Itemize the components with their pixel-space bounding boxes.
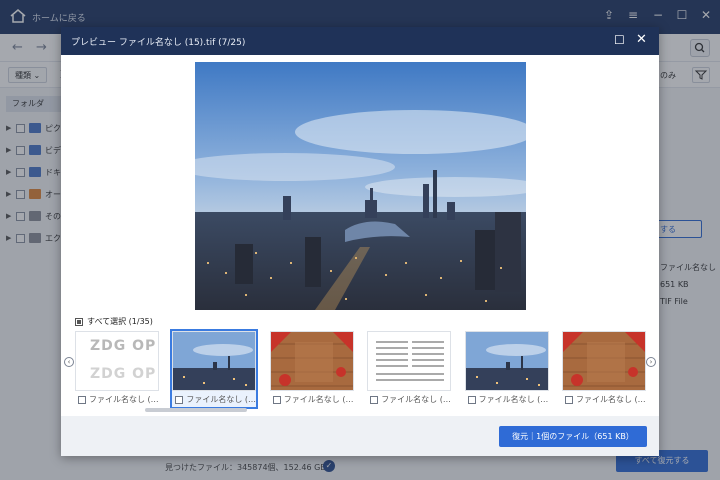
restore-button[interactable]: 復元｜1個のファイル（651 KB）: [499, 426, 647, 447]
thumbnail-label: ファイル名なし (…: [283, 395, 354, 404]
chevron-left-icon[interactable]: ‹: [64, 357, 74, 367]
preview-dialog: プレビュー ファイル名なし (15).tif (7/25) ☐ ✕ すべて選択 …: [61, 27, 659, 456]
thumbnail-item[interactable]: ZDG OP ZDG OP ファイル名なし (…: [75, 331, 159, 407]
thumbnail-image[interactable]: [172, 331, 257, 391]
thumbnail-caption: ファイル名なし (…: [565, 394, 646, 405]
select-all-label: すべて選択 (1/35): [87, 317, 153, 326]
thumbnail-caption: ファイル名なし (…: [467, 394, 549, 405]
thumbnail-image[interactable]: [562, 331, 646, 391]
select-all-checkbox[interactable]: すべて選択 (1/35): [75, 316, 153, 327]
thumb-text: ZDG OP: [90, 366, 157, 382]
thumbnail-caption: ファイル名なし (…: [272, 394, 354, 405]
thumbnail-checkbox[interactable]: [272, 395, 281, 404]
thumbnail-image[interactable]: [367, 331, 452, 391]
thumbnail-caption: ファイル名なし (…: [370, 394, 451, 405]
select-all-box[interactable]: [75, 317, 83, 326]
thumbnail-item[interactable]: ファイル名なし (…: [269, 331, 354, 407]
maximize-icon[interactable]: ☐: [614, 33, 625, 47]
thumbnail-item[interactable]: ファイル名なし (…: [170, 329, 259, 409]
thumbnail-checkbox[interactable]: [370, 395, 379, 404]
close-icon[interactable]: ✕: [636, 32, 647, 47]
thumbnail-checkbox[interactable]: [565, 395, 573, 404]
thumbnail-image[interactable]: ZDG OP ZDG OP: [75, 331, 159, 391]
thumbnail-label: ファイル名なし (…: [478, 395, 549, 404]
thumbnail-caption: ファイル名なし (…: [175, 394, 256, 405]
preview-title: プレビュー ファイル名なし (15).tif (7/25): [71, 38, 246, 48]
chevron-right-icon[interactable]: ›: [646, 357, 656, 367]
preview-title-bar: プレビュー ファイル名なし (15).tif (7/25) ☐ ✕: [61, 27, 659, 55]
thumbnail-label: ファイル名なし (…: [89, 395, 159, 404]
city-skyline-image: [195, 62, 526, 310]
thumbnail-caption: ファイル名なし (…: [78, 394, 159, 405]
thumbnail-item[interactable]: ファイル名なし (…: [464, 331, 549, 407]
thumbnail-scrollbar[interactable]: [145, 408, 247, 412]
thumbnail-checkbox[interactable]: [175, 395, 184, 404]
thumbnail-label: ファイル名なし (…: [381, 395, 451, 404]
thumb-text: ZDG OP: [90, 338, 157, 354]
preview-image: [195, 62, 526, 310]
thumbnail-image[interactable]: [464, 331, 549, 391]
thumbnail-label: ファイル名なし (…: [186, 395, 257, 404]
thumbnail-checkbox[interactable]: [78, 395, 86, 404]
thumbnail-item[interactable]: ファイル名なし (…: [367, 331, 452, 407]
thumbnail-item[interactable]: ファイル名なし (…: [562, 331, 646, 407]
thumbnail-image[interactable]: [269, 331, 354, 391]
thumbnail-label: ファイル名なし (…: [576, 395, 646, 404]
thumbnail-checkbox[interactable]: [467, 395, 476, 404]
